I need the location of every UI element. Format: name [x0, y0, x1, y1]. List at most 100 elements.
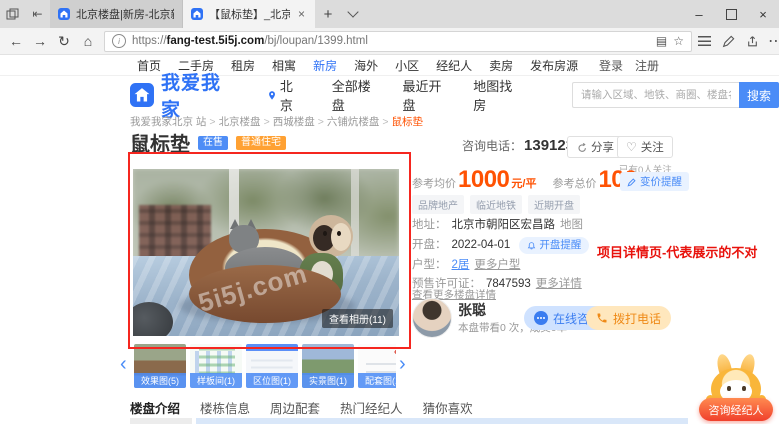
favorite-star-icon[interactable]: ☆	[673, 34, 684, 48]
more-layouts-link[interactable]: 更多户型	[474, 258, 520, 273]
detail-row-address: 地址： 北京市朝阳区宏昌路 地图	[412, 218, 589, 233]
header-link-map-search[interactable]: 地图找房	[473, 76, 520, 114]
thumb-location-map[interactable]: 区位图(1)	[246, 344, 298, 388]
forward-icon[interactable]: →	[28, 33, 52, 49]
breadcrumb-link[interactable]: 西城楼盘	[273, 116, 315, 128]
browser-tab-inactive[interactable]: 北京楼盘|新房-北京新楼盘房	[50, 0, 183, 28]
thumbnail-gallery: ‹ 效果图(5) 样板间(1) 区位图(1) 实景图(1) 配套图(1) ›	[120, 344, 412, 392]
annotate-pen-icon[interactable]	[716, 35, 740, 48]
address-value: 北京市朝阳区宏昌路	[452, 218, 556, 233]
annotation-text: 项目详情页-代表展示的不对	[597, 242, 757, 261]
browser-window: ⇤ 北京楼盘|新房-北京新楼盘房 【鼠标垫】_北京鼠标垫 × + – × ← →…	[0, 0, 779, 424]
nav-item-xiangyu[interactable]: 相寓	[272, 57, 296, 74]
nav-item-newhomes[interactable]: 新房	[313, 57, 337, 74]
thumb-model-room[interactable]: 样板间(1)	[190, 344, 242, 388]
tab-hot-agents[interactable]: 热门经纪人	[340, 398, 403, 417]
tab-building-info[interactable]: 楼栋信息	[200, 398, 250, 417]
url-text: https://fang-test.5i5j.com/bj/loupan/139…	[132, 35, 650, 47]
gallery-prev-icon[interactable]: ‹	[120, 354, 127, 374]
gallery-next-icon[interactable]: ›	[399, 354, 406, 374]
detail-row-layout: 户型： 2居 更多户型	[412, 258, 589, 273]
close-tab-icon[interactable]: ×	[296, 7, 307, 21]
call-button[interactable]: 拨打电话	[586, 306, 671, 330]
view-album-button[interactable]: 查看相册(11)	[322, 309, 393, 328]
search-input[interactable]	[572, 82, 739, 108]
tab-list-chevron-icon[interactable]	[341, 0, 365, 28]
tag: 临近地铁	[470, 195, 522, 214]
layout-link[interactable]: 2居	[452, 258, 470, 273]
listing-main-photo[interactable]: 5i5j.com 查看相册(11)	[133, 169, 399, 336]
price-alert-button[interactable]: 变价提醒	[620, 172, 689, 191]
brand-logo-icon[interactable]	[130, 82, 154, 108]
nav-item-home[interactable]: 首页	[137, 57, 161, 74]
set-tabs-aside-icon[interactable]: ⇤	[25, 0, 50, 28]
breadcrumb: 我爱我家北京 站>北京楼盘>西城楼盘>六铺炕楼盘>鼠标垫	[130, 114, 423, 129]
tab-recommendations[interactable]: 猜你喜欢	[423, 398, 473, 417]
tab-title: 【鼠标垫】_北京鼠标垫	[209, 6, 290, 22]
nav-item-sell[interactable]: 卖房	[489, 57, 513, 74]
home-icon[interactable]: ⌂	[76, 33, 100, 49]
agent-name: 张聪	[458, 300, 486, 320]
breadcrumb-link[interactable]: 我爱我家北京 站	[130, 116, 206, 128]
tag: 近期开盘	[528, 195, 580, 214]
login-link[interactable]: 登录	[599, 57, 623, 74]
more-details-link[interactable]: 更多详情	[536, 277, 582, 292]
site-nav: 首页 二手房 租房 相寓 新房 海外 小区 经纪人 卖房 发布房源 登录 注册	[0, 55, 779, 76]
city-selector[interactable]: 北京	[267, 76, 304, 114]
nav-item-post-listing[interactable]: 发布房源	[530, 57, 578, 74]
tag: 品牌地产	[412, 195, 464, 214]
favicon	[191, 8, 203, 20]
more-icon[interactable]: ⋯	[764, 31, 779, 51]
opening-alert-button[interactable]: 开盘提醒	[519, 237, 589, 254]
avg-price: 1000	[458, 166, 509, 194]
thumb-renderings[interactable]: 效果图(5)	[134, 344, 186, 388]
close-window-button[interactable]: ×	[747, 0, 779, 28]
thumb-amenities[interactable]: 配套图(1)	[358, 344, 396, 388]
location-pin-icon	[267, 89, 277, 102]
browser-toolbar: ← → ↻ ⌂ i https://fang-test.5i5j.com/bj/…	[0, 28, 779, 55]
edit-icon	[627, 177, 637, 187]
search-button[interactable]: 搜索	[739, 82, 779, 108]
breadcrumb-link[interactable]: 六铺炕楼盘	[327, 116, 380, 128]
map-link[interactable]: 地图	[560, 218, 583, 233]
back-icon[interactable]: ←	[4, 33, 28, 49]
bell-icon	[527, 241, 536, 251]
type-badge: 普通住宅	[236, 136, 286, 150]
share-icon	[576, 142, 587, 153]
agent-avatar[interactable]	[412, 298, 452, 338]
new-tab-button[interactable]: +	[315, 0, 341, 28]
tab-preview-icon[interactable]	[0, 0, 25, 28]
tab-surroundings[interactable]: 周边配套	[270, 398, 320, 417]
site-info-icon[interactable]: i	[112, 34, 126, 48]
phone-icon	[596, 312, 608, 324]
page-title: 鼠标垫	[130, 128, 190, 157]
refresh-icon[interactable]: ↻	[52, 33, 76, 50]
share-button[interactable]: 分享	[567, 136, 623, 158]
nav-item-agents[interactable]: 经纪人	[436, 57, 472, 74]
listing-title-row: 鼠标垫 在售 普通住宅	[130, 128, 286, 157]
nav-item-community[interactable]: 小区	[395, 57, 419, 74]
tab-title: 北京楼盘|新房-北京新楼盘房	[76, 6, 174, 22]
feature-tags: 品牌地产 临近地铁 近期开盘	[412, 195, 580, 214]
section-tabs: 楼盘介绍 楼栋信息 周边配套 热门经纪人 猜你喜欢	[130, 398, 473, 417]
reading-view-icon[interactable]: ▤	[656, 34, 667, 48]
browser-tab-active[interactable]: 【鼠标垫】_北京鼠标垫 ×	[183, 0, 315, 28]
listing-details: 地址： 北京市朝阳区宏昌路 地图 开盘： 2022-04-01 开盘提醒 户型：…	[412, 218, 589, 296]
header-link-recent-openings[interactable]: 最近开盘	[402, 76, 449, 114]
follow-button[interactable]: ♡ 关注	[617, 136, 673, 158]
hub-icon[interactable]	[692, 36, 716, 46]
breadcrumb-link[interactable]: 北京楼盘	[219, 116, 261, 128]
address-bar[interactable]: i https://fang-test.5i5j.com/bj/loupan/1…	[104, 31, 692, 52]
tab-strip: ⇤ 北京楼盘|新房-北京新楼盘房 【鼠标垫】_北京鼠标垫 × + – ×	[0, 0, 779, 28]
maximize-button[interactable]	[715, 0, 747, 28]
heart-icon: ♡	[626, 140, 637, 154]
bottom-strip	[196, 418, 688, 424]
share-icon[interactable]	[740, 35, 764, 48]
header-link-all-projects[interactable]: 全部楼盘	[332, 76, 379, 114]
register-link[interactable]: 注册	[635, 57, 659, 74]
thumb-real-scene[interactable]: 实景图(1)	[302, 344, 354, 388]
consult-agent-button[interactable]: 咨询经纪人	[699, 398, 773, 421]
minimize-button[interactable]: –	[683, 0, 715, 28]
tab-project-intro[interactable]: 楼盘介绍	[130, 398, 180, 417]
nav-item-overseas[interactable]: 海外	[354, 57, 378, 74]
